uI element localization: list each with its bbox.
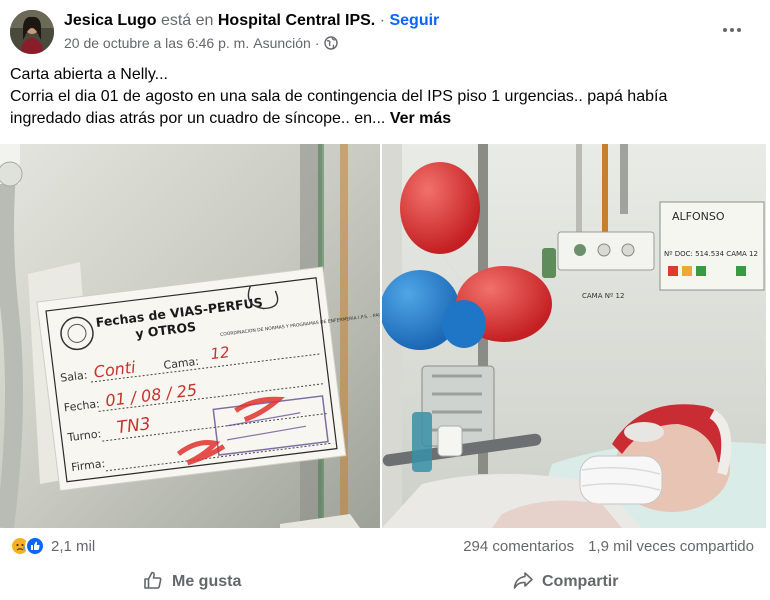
- post-text: Carta abierta a Nelly... Corria el dia 0…: [10, 64, 750, 130]
- author-avatar[interactable]: [10, 10, 54, 54]
- share-arrow-icon: [512, 569, 534, 596]
- globe-icon[interactable]: [323, 36, 338, 50]
- engagement-stats: 2,1 mil 294 comentarios 1,9 mil veces co…: [10, 536, 758, 560]
- post-text-fragment: ingredado dias atrás por un cuadro de sí…: [10, 110, 386, 127]
- meta-separator: ·: [314, 35, 320, 51]
- turno-value: TN3: [116, 414, 152, 438]
- cama-sign: CAMA Nº 12: [582, 292, 624, 300]
- post-text-line: ingredado dias atrás por un cuadro de sí…: [10, 108, 750, 130]
- post-actions: Me gusta Compartir: [10, 566, 758, 598]
- share-label: Compartir: [542, 573, 619, 590]
- photo-iv-label[interactable]: Fechas de VIAS-PERFUS y OTROS COORDINACI…: [0, 144, 380, 528]
- reaction-count: 2,1 mil: [51, 537, 96, 555]
- like-button[interactable]: Me gusta: [142, 566, 241, 598]
- balloon-red-top: [400, 162, 480, 254]
- photo-patient[interactable]: ALFONSO Nº DOC: 514.534 CAMA 12 CAMA Nº …: [382, 144, 766, 528]
- post-location[interactable]: Asunción: [253, 34, 311, 52]
- reactions-summary[interactable]: 2,1 mil: [10, 536, 95, 556]
- author-line: Jesica Lugo está en Hospital Central IPS…: [64, 11, 439, 31]
- location-connector: está en: [160, 12, 214, 29]
- face-mask: [579, 455, 663, 505]
- thumbs-up-icon: [142, 569, 164, 596]
- place-name[interactable]: Hospital Central IPS.: [218, 12, 375, 29]
- more-options-icon[interactable]: [720, 18, 744, 42]
- like-label: Me gusta: [172, 573, 242, 590]
- shares-count[interactable]: 1,9 mil veces compartido: [588, 538, 754, 555]
- comments-count[interactable]: 294 comentarios: [463, 538, 574, 555]
- board-number: Nº DOC: 514.534 CAMA 12: [664, 250, 758, 258]
- author-name[interactable]: Jesica Lugo: [64, 12, 156, 29]
- board-name: ALFONSO: [672, 210, 725, 223]
- post-header: Jesica Lugo está en Hospital Central IPS…: [10, 8, 760, 58]
- share-button[interactable]: Compartir: [512, 566, 618, 598]
- post-date[interactable]: 20 de octubre a las 6:46 p. m.: [64, 34, 249, 52]
- see-more-link[interactable]: Ver más: [390, 110, 451, 127]
- like-icon: [25, 536, 45, 556]
- post-text-line: Corria el dia 01 de agosto en una sala d…: [10, 88, 668, 105]
- separator-dot: ·: [379, 12, 386, 29]
- cama-value: 12: [209, 343, 230, 363]
- post-meta: 20 de octubre a las 6:46 p. m. Asunción …: [64, 34, 338, 52]
- post-text-line: Carta abierta a Nelly...: [10, 66, 168, 83]
- follow-button[interactable]: Seguir: [389, 12, 439, 29]
